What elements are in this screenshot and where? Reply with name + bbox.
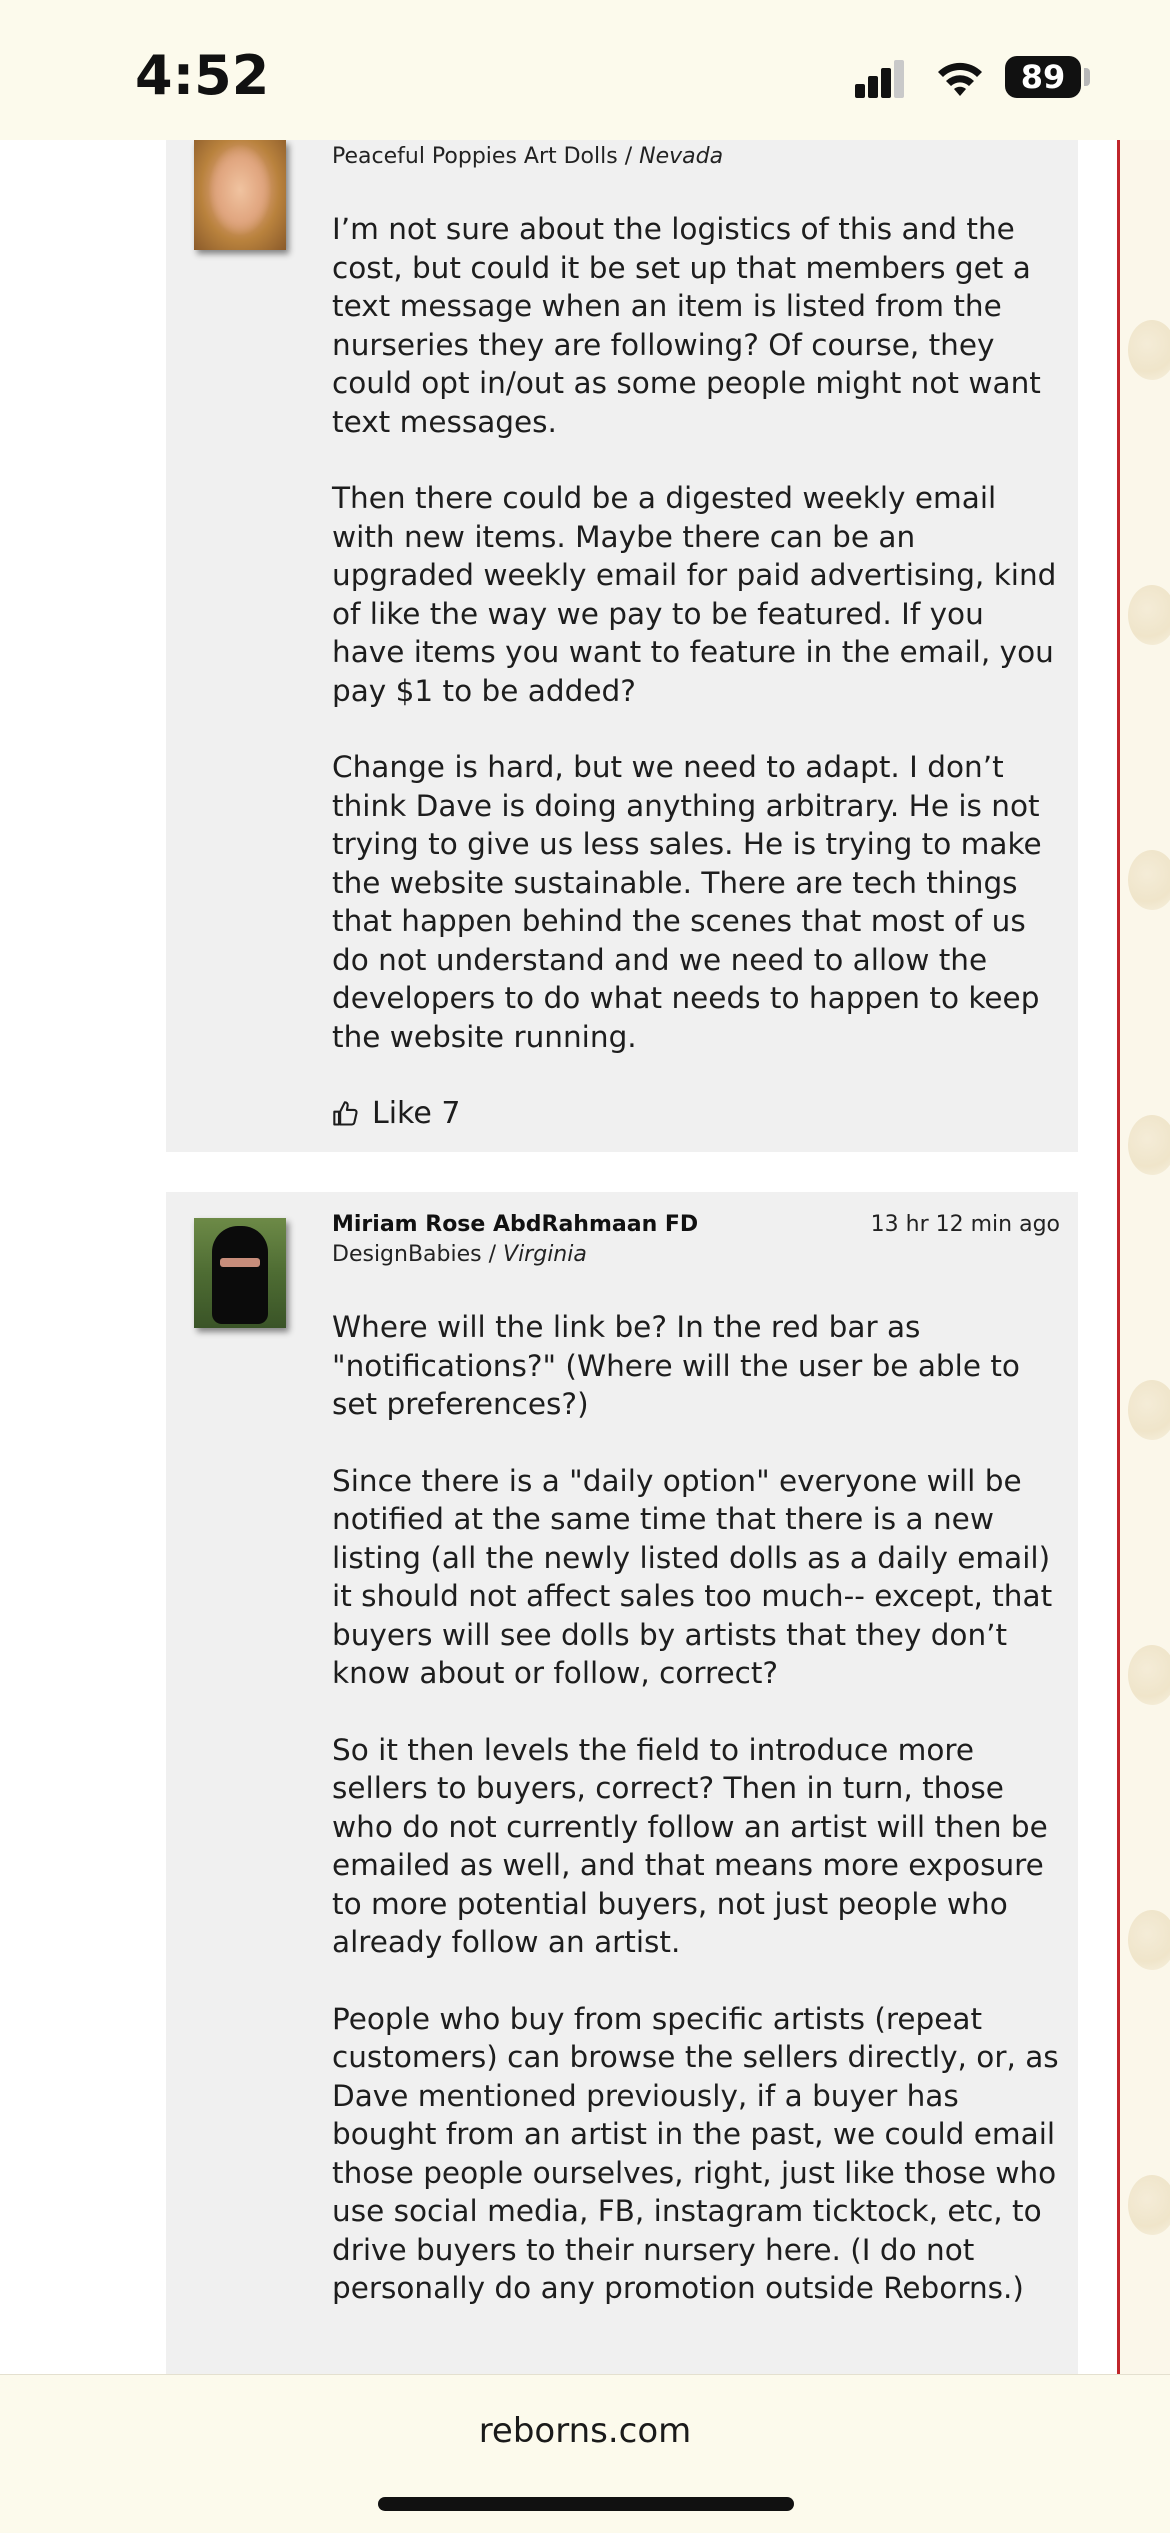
url-label[interactable]: reborns.com [0, 2411, 1170, 2451]
browser-address-bar: reborns.com [0, 2374, 1170, 2533]
comment-paragraph: I’m not sure about the logistics of this… [332, 212, 1041, 439]
decorative-pattern-icon [1128, 585, 1170, 645]
decorative-pattern-icon [1128, 320, 1170, 380]
location: Virginia [503, 1242, 587, 1267]
comment-body: I’m not sure about the logistics of this… [332, 210, 1062, 1094]
like-button[interactable]: Like 7 [332, 1096, 460, 1131]
battery-level: 89 [1020, 58, 1066, 96]
decorative-pattern-icon [1128, 2175, 1170, 2235]
red-border-line [1117, 140, 1120, 2374]
comment-body: Where will the link be? In the red bar a… [332, 1308, 1062, 2346]
comment-paragraph: People who buy from specific artists (re… [332, 2001, 1059, 2306]
like-count: Like 7 [372, 1096, 461, 1131]
nursery-name[interactable]: DesignBabies [332, 1242, 482, 1267]
location: Nevada [639, 144, 724, 169]
avatar-photo [204, 142, 276, 242]
avatar[interactable] [194, 140, 286, 250]
avatar-photo [212, 1226, 268, 1324]
comment-card: Miriam Rose AbdRahmaan FD 13 hr 12 min a… [166, 1192, 1078, 2374]
nursery-location: Peaceful Poppies Art Dolls / Nevada [332, 144, 724, 169]
comment-paragraph: Since there is a "daily option" everyone… [332, 1463, 1053, 1691]
comment-timestamp: 13 hr 12 min ago [870, 1212, 1060, 1237]
wifi-icon [938, 62, 982, 96]
author-name[interactable]: Miriam Rose AbdRahmaan FD [332, 1212, 698, 1237]
avatar[interactable] [194, 1218, 286, 1328]
avatar-detail [220, 1258, 260, 1267]
home-indicator[interactable] [378, 2497, 794, 2511]
comment-paragraph: So it then levels the field to introduce… [332, 1732, 1048, 1960]
comment-paragraph: Where will the link be? In the red bar a… [332, 1310, 1020, 1421]
comment-card: Peaceful Poppies Art Dolls / Nevada I’m … [166, 140, 1078, 1152]
status-bar: 4:52 89 [0, 0, 1170, 140]
battery-nub [1084, 68, 1090, 86]
comment-paragraph: Then there could be a digested weekly em… [332, 481, 1057, 708]
decorative-pattern-icon [1128, 1910, 1170, 1970]
status-time: 4:52 [135, 44, 270, 107]
comment-paragraph: Change is hard, but we need to adapt. I … [332, 750, 1042, 1054]
decorative-pattern-icon [1128, 1645, 1170, 1705]
decorative-pattern-icon [1128, 850, 1170, 910]
nursery-location: DesignBabies / Virginia [332, 1242, 587, 1267]
cellular-signal-icon [855, 60, 905, 98]
decorative-pattern-icon [1128, 1380, 1170, 1440]
decorative-side-strip [1120, 140, 1170, 2374]
nursery-name[interactable]: Peaceful Poppies Art Dolls [332, 144, 618, 169]
thumbs-up-icon [333, 1100, 358, 1126]
decorative-pattern-icon [1128, 1115, 1170, 1175]
battery-icon: 89 [1005, 56, 1081, 98]
